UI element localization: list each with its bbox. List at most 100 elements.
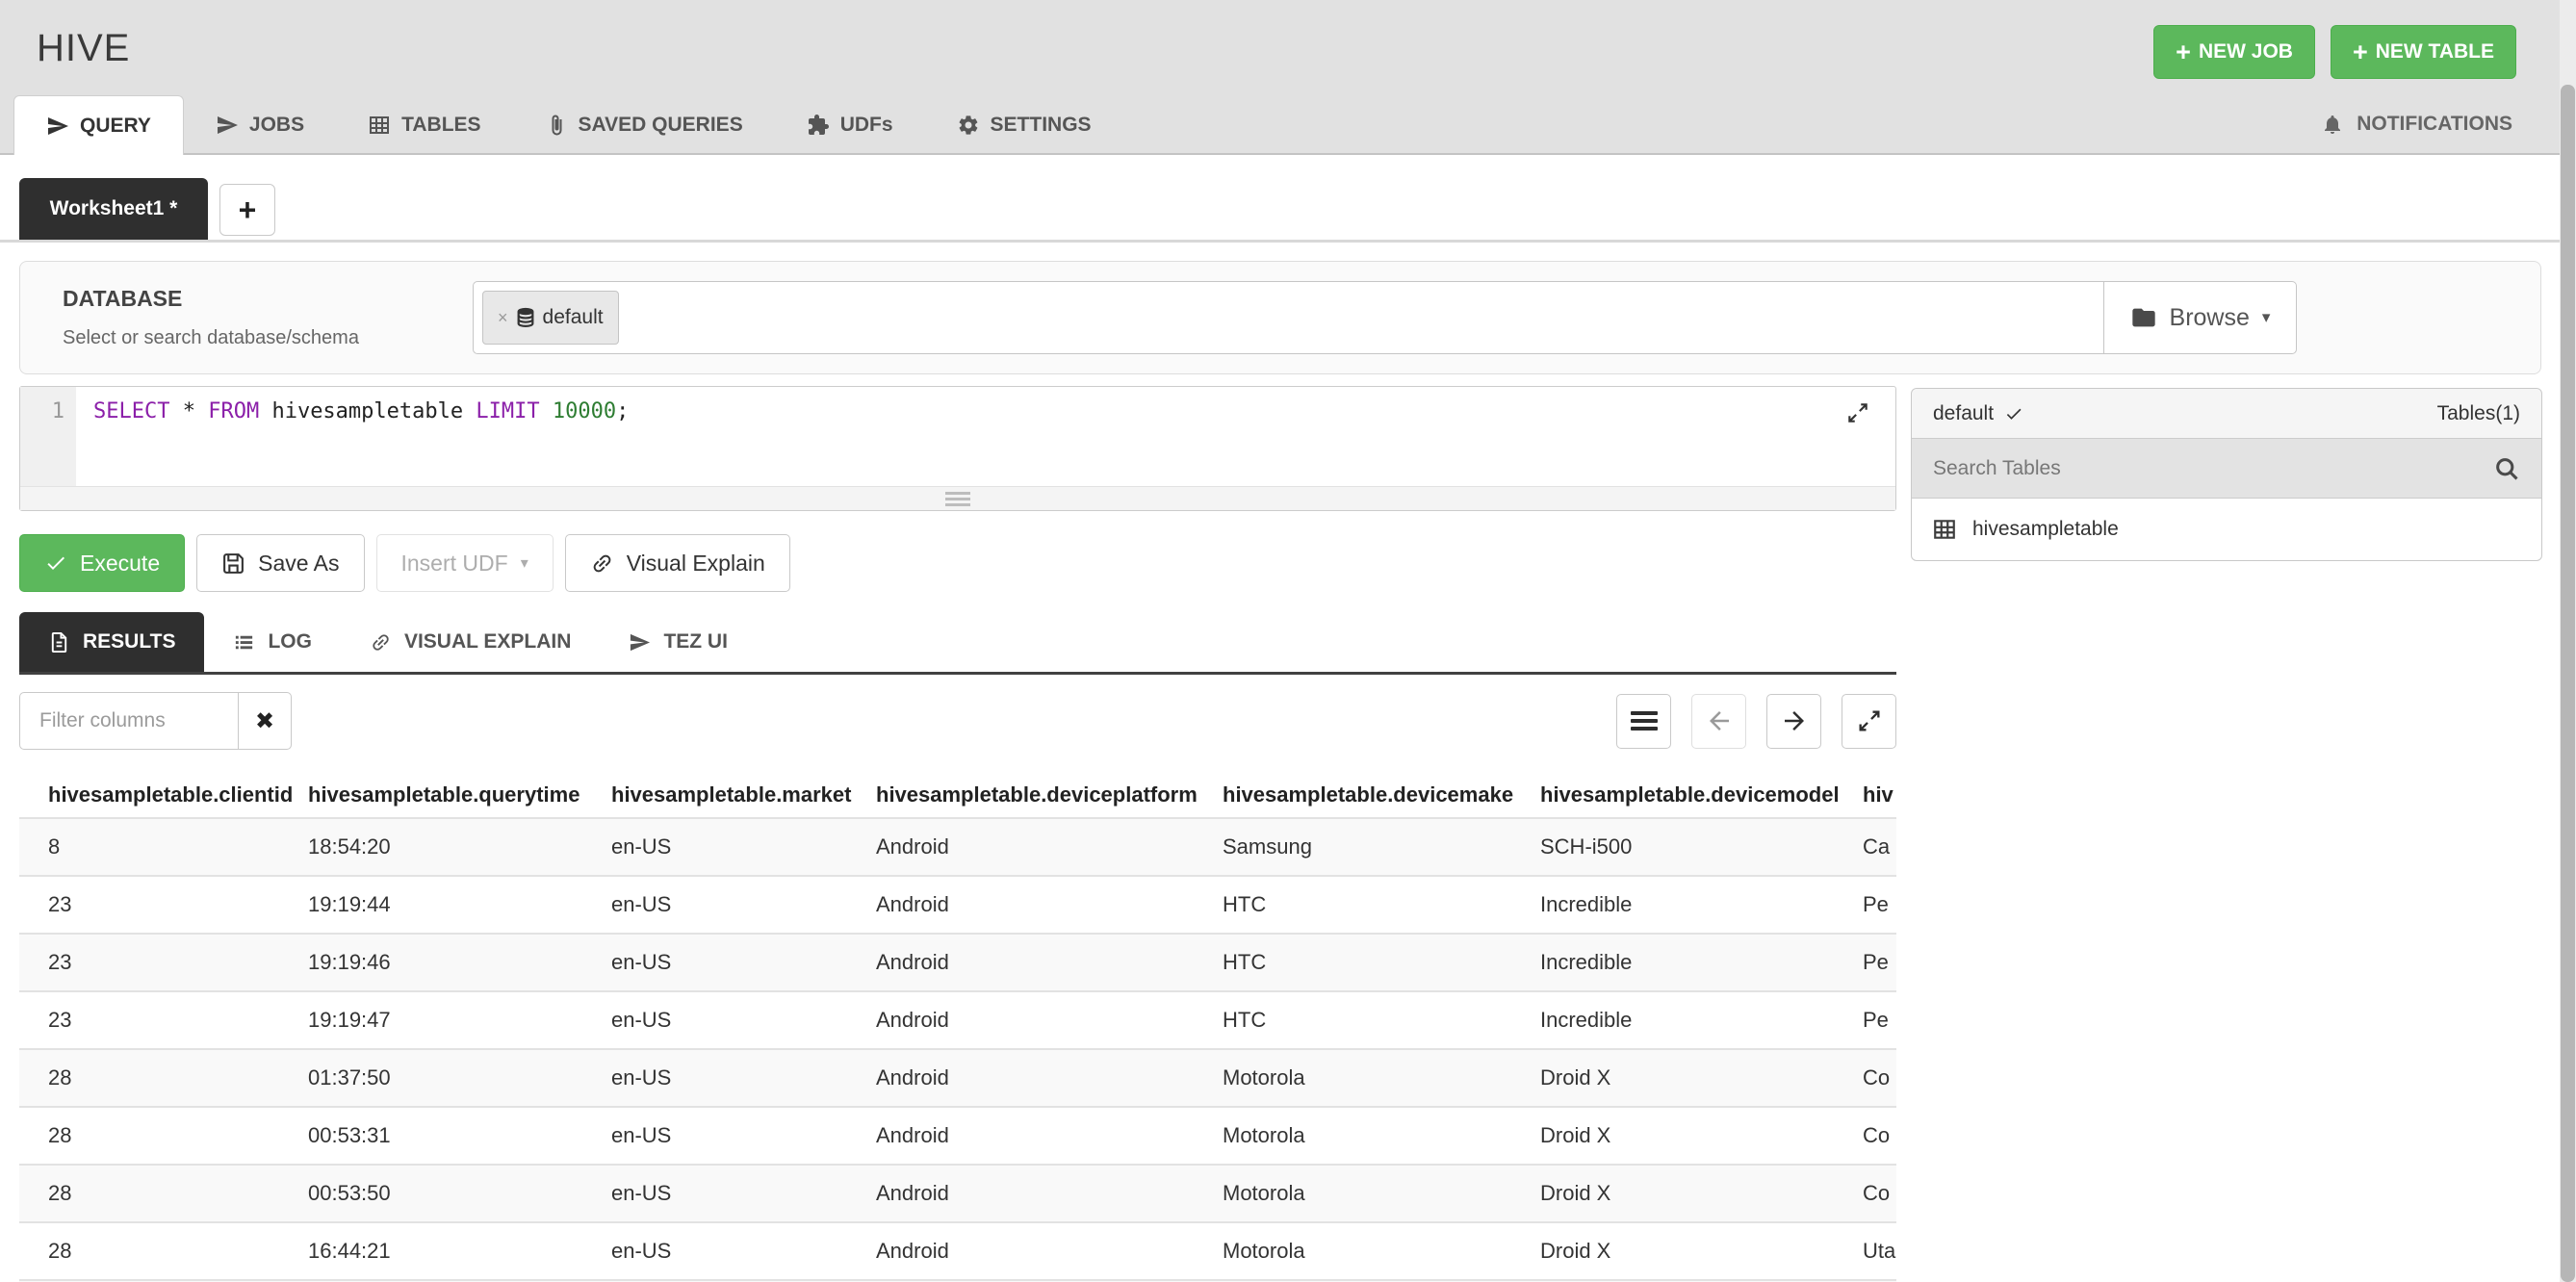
floppy-icon <box>221 551 245 576</box>
cell: Android <box>876 892 1223 917</box>
add-worksheet-button[interactable]: + <box>219 184 275 236</box>
tab-saved-queries[interactable]: SAVED QUERIES <box>513 95 775 155</box>
cell: 23 <box>48 950 308 975</box>
expand-icon <box>1856 707 1883 734</box>
cell: en-US <box>611 1123 876 1148</box>
filter-columns-input[interactable] <box>19 692 239 750</box>
new-table-button[interactable]: + NEW TABLE <box>2331 25 2516 79</box>
tab-visual-explain-label: VISUAL EXPLAIN <box>404 630 571 654</box>
new-job-button[interactable]: + NEW JOB <box>2153 25 2315 79</box>
column-header[interactable]: hivesampletable.clientid <box>48 782 308 808</box>
plus-icon: + <box>2353 39 2368 65</box>
table-search-row <box>1912 439 2541 499</box>
plus-icon: + <box>239 192 257 228</box>
sql-keyword: SELECT <box>93 399 183 423</box>
cell: HTC <box>1223 1008 1540 1033</box>
worksheet-tab[interactable]: Worksheet1 * <box>19 178 208 240</box>
cell: Ca <box>1863 834 1896 859</box>
database-token-field[interactable]: × default <box>473 281 2104 354</box>
database-token[interactable]: × default <box>482 291 619 345</box>
column-header[interactable]: hivesampletable.querytime <box>308 782 611 808</box>
cell: 8 <box>48 834 308 859</box>
table-row: 28 01:37:50 en-US Android Motorola Droid… <box>19 1048 1896 1106</box>
tab-results[interactable]: RESULTS <box>19 612 204 672</box>
column-header[interactable]: hivesampletable.deviceplatform <box>876 782 1223 808</box>
cell: Android <box>876 1008 1223 1033</box>
column-header[interactable]: hivesampletable.devicemodel <box>1540 782 1863 808</box>
sql-text: hivesampletable <box>271 399 476 423</box>
document-icon <box>48 631 70 654</box>
database-label: DATABASE <box>63 286 473 312</box>
insert-udf-button[interactable]: Insert UDF ▾ <box>376 534 554 592</box>
results-toolbar: ✖ <box>19 692 1896 750</box>
tab-log[interactable]: LOG <box>204 612 341 672</box>
cell: en-US <box>611 834 876 859</box>
tab-jobs[interactable]: JOBS <box>184 95 336 155</box>
paper-plane-icon <box>46 115 69 138</box>
sql-text: ; <box>616 399 629 423</box>
table-row: 28 00:53:50 en-US Android Motorola Droid… <box>19 1164 1896 1221</box>
check-icon <box>44 551 67 575</box>
browse-button[interactable]: Browse ▾ <box>2104 281 2297 354</box>
table-grid-icon <box>1932 517 1957 542</box>
chevron-down-icon: ▾ <box>521 553 528 573</box>
column-header[interactable]: hivesampletable.devicemake <box>1223 782 1540 808</box>
cell: 23 <box>48 1008 308 1033</box>
cell: HTC <box>1223 950 1540 975</box>
cell: en-US <box>611 1181 876 1206</box>
column-header[interactable]: hivesampletable.market <box>611 782 876 808</box>
cell: Droid X <box>1540 1065 1863 1090</box>
save-as-button[interactable]: Save As <box>196 534 364 592</box>
tab-settings[interactable]: SETTINGS <box>925 95 1123 155</box>
tab-tables-label: TABLES <box>401 114 480 137</box>
execute-button[interactable]: Execute <box>19 534 185 592</box>
remove-token-icon[interactable]: × <box>498 308 508 328</box>
clear-filter-button[interactable]: ✖ <box>238 692 292 750</box>
cell: Pe <box>1863 892 1896 917</box>
tab-query[interactable]: QUERY <box>13 95 184 155</box>
current-database[interactable]: default <box>1933 402 2023 425</box>
puzzle-icon <box>807 114 830 137</box>
sql-code-line[interactable]: SELECT * FROM hivesampletable LIMIT 1000… <box>93 399 629 423</box>
tab-tables[interactable]: TABLES <box>336 95 512 155</box>
cell: Pe <box>1863 1008 1896 1033</box>
table-list-item[interactable]: hivesampletable <box>1912 499 2541 560</box>
cell: Incredible <box>1540 1008 1863 1033</box>
previous-page-button[interactable] <box>1691 694 1746 749</box>
paperclip-icon <box>545 114 568 137</box>
cell: Samsung <box>1223 834 1540 859</box>
next-page-button[interactable] <box>1766 694 1821 749</box>
cell: Android <box>876 1065 1223 1090</box>
visual-explain-button[interactable]: Visual Explain <box>565 534 790 592</box>
cell: 28 <box>48 1181 308 1206</box>
cell: 00:53:50 <box>308 1181 611 1206</box>
app-title: HIVE <box>37 27 130 70</box>
sql-editor[interactable]: 1 SELECT * FROM hivesampletable LIMIT 10… <box>19 386 1896 511</box>
execute-label: Execute <box>80 551 160 577</box>
expand-results-button[interactable] <box>1842 694 1896 749</box>
cell: 23 <box>48 892 308 917</box>
column-header[interactable]: hiv <box>1863 782 1896 808</box>
expand-editor-icon[interactable] <box>1845 400 1870 425</box>
columns-menu-button[interactable] <box>1616 694 1671 749</box>
tab-tez-ui[interactable]: TEZ UI <box>600 612 757 672</box>
browse-label: Browse <box>2170 304 2250 332</box>
cell: 19:19:46 <box>308 950 611 975</box>
editor-resize-handle[interactable] <box>20 486 1895 510</box>
table-header-row: hivesampletable.clientid hivesampletable… <box>19 773 1896 817</box>
cell: 18:54:20 <box>308 834 611 859</box>
grip-icon <box>945 489 970 509</box>
tab-udfs[interactable]: UDFs <box>775 95 925 155</box>
scrollbar-thumb[interactable] <box>2561 85 2575 1282</box>
cell: Droid X <box>1540 1181 1863 1206</box>
main-nav: QUERY JOBS TABLES SAVED QUERIES UDFs <box>13 95 1123 155</box>
tab-visual-explain[interactable]: VISUAL EXPLAIN <box>341 612 600 672</box>
visual-explain-label: Visual Explain <box>627 551 765 577</box>
search-tables-input[interactable] <box>1933 457 2493 480</box>
notifications-button[interactable]: NOTIFICATIONS <box>2321 113 2512 136</box>
gear-icon <box>957 114 980 137</box>
page-scrollbar[interactable] <box>2560 0 2576 1282</box>
cell: Motorola <box>1223 1181 1540 1206</box>
tab-log-label: LOG <box>268 630 312 654</box>
cell: en-US <box>611 1239 876 1264</box>
